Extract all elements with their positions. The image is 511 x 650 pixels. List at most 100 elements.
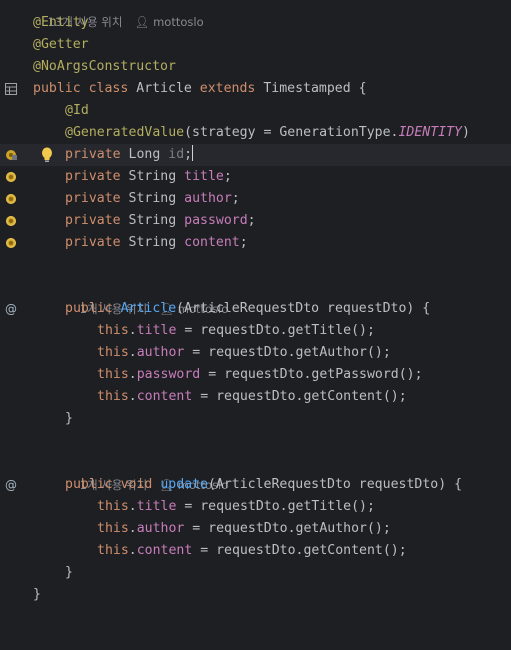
usage-hint-top[interactable]: 13개 사용 위치 👤︎ mottoslo: [33, 0, 204, 29]
code-line[interactable]: this.content = requestDto.getContent();: [0, 386, 511, 408]
code-line[interactable]: private String title;: [0, 166, 511, 188]
field-icon[interactable]: [6, 172, 16, 182]
code-line[interactable]: @Id: [0, 100, 511, 122]
code-text: (strategy = GenerationType.: [184, 125, 399, 140]
at-icon[interactable]: @: [5, 298, 17, 320]
code-text: = requestDto.getPassword();: [200, 367, 423, 382]
usage-hint-update[interactable]: 1개 사용 위치 👤︎ mottoslo: [65, 452, 229, 492]
semicolon: ;: [231, 191, 240, 206]
code-editor[interactable]: 13개 사용 위치 👤︎ mottoslo @Entity @Getter @NoA…: [0, 0, 511, 609]
code-line[interactable]: @ public Article(ArticleRequestDto reque…: [0, 298, 511, 320]
annotation: @GeneratedValue: [65, 125, 185, 140]
code-text: = requestDto.getAuthor();: [184, 345, 391, 360]
semicolon: ;: [223, 169, 232, 184]
superclass: Timestamped {: [263, 81, 367, 96]
field-name: title: [136, 499, 177, 514]
code-line[interactable]: this.author = requestDto.getAuthor();: [0, 518, 511, 540]
dot: .: [128, 323, 137, 338]
keyword: class: [88, 81, 129, 96]
code-text: = requestDto.getTitle();: [176, 499, 375, 514]
code-line[interactable]: }: [0, 562, 511, 584]
keyword: this: [97, 345, 129, 360]
usage-hint-constructor[interactable]: 1개 사용 위치 👤︎ mottoslo: [65, 276, 229, 316]
field-name: id: [168, 147, 185, 162]
keyword: void: [120, 477, 153, 492]
field-icon[interactable]: [6, 238, 16, 248]
type-name: Long: [128, 147, 161, 162]
code-line[interactable]: @Getter: [0, 34, 511, 56]
keyword: private: [65, 213, 121, 228]
field-name: author: [184, 191, 232, 206]
type-name: String: [128, 213, 177, 228]
semicolon: ;: [184, 147, 193, 162]
keyword: extends: [199, 81, 256, 96]
code-line[interactable]: @NoArgsConstructor: [0, 56, 511, 78]
code-line-current[interactable]: private Long id;: [0, 144, 511, 166]
code-text: = requestDto.getContent();: [192, 389, 407, 404]
annotation: @Getter: [33, 37, 89, 52]
keyword: private: [65, 147, 121, 162]
keyword: public: [33, 81, 81, 96]
code-line[interactable]: }: [0, 584, 511, 606]
semicolon: ;: [247, 213, 256, 228]
field-name: title: [136, 323, 177, 338]
code-text: = requestDto.getContent();: [192, 543, 407, 558]
code-line[interactable]: public class Article extends Timestamped…: [0, 78, 511, 100]
field-name: author: [136, 345, 185, 360]
code-line[interactable]: private String password;: [0, 210, 511, 232]
keyword: this: [97, 367, 129, 382]
code-line[interactable]: this.author = requestDto.getAuthor();: [0, 342, 511, 364]
dot: .: [128, 543, 137, 558]
code-line[interactable]: this.title = requestDto.getTitle();: [0, 320, 511, 342]
method-name: Article: [120, 301, 177, 316]
annotation: @Id: [65, 103, 89, 118]
dot: .: [128, 499, 137, 514]
code-line[interactable]: }: [0, 408, 511, 430]
parameters: (ArticleRequestDto requestDto) {: [176, 301, 431, 316]
code-line[interactable]: private String author;: [0, 188, 511, 210]
text-caret: [192, 145, 194, 161]
code-line[interactable]: private String content;: [0, 232, 511, 254]
dot: .: [128, 389, 137, 404]
code-line[interactable]: @Entity: [0, 12, 511, 34]
code-line[interactable]: this.password = requestDto.getPassword()…: [0, 364, 511, 386]
class-name: Article: [136, 81, 192, 96]
close-brace: }: [65, 411, 73, 426]
field-name: content: [136, 543, 193, 558]
method-name: update: [160, 477, 208, 492]
close-brace: }: [65, 565, 73, 580]
table-icon[interactable]: [5, 83, 17, 95]
field-name: content: [184, 235, 240, 250]
field-name: password: [136, 367, 201, 382]
enum-constant: IDENTITY: [398, 125, 462, 140]
type-name: String: [128, 235, 177, 250]
close-brace: }: [33, 587, 41, 602]
field-name: title: [184, 169, 224, 184]
code-text: = requestDto.getTitle();: [176, 323, 375, 338]
field-name: password: [184, 213, 248, 228]
keyword: this: [97, 543, 129, 558]
keyword: public: [65, 477, 113, 492]
field-icon[interactable]: [6, 194, 16, 204]
at-icon[interactable]: @: [5, 474, 17, 496]
parameters: (ArticleRequestDto requestDto) {: [207, 477, 463, 492]
keyword: this: [97, 323, 129, 338]
code-line[interactable]: @ public void update(ArticleRequestDto r…: [0, 474, 511, 496]
lightbulb-icon[interactable]: [41, 147, 53, 163]
keyword: private: [65, 191, 121, 206]
field-name: author: [136, 521, 185, 536]
field-icon[interactable]: [6, 216, 16, 226]
code-line[interactable]: this.title = requestDto.getTitle();: [0, 496, 511, 518]
keyword: private: [65, 235, 121, 250]
keyword: private: [65, 169, 121, 184]
code-line[interactable]: this.content = requestDto.getContent();: [0, 540, 511, 562]
code-line[interactable]: @GeneratedValue(strategy = GenerationTyp…: [0, 122, 511, 144]
type-name: String: [128, 191, 177, 206]
code-text: = requestDto.getAuthor();: [184, 521, 391, 536]
keyword: this: [97, 389, 129, 404]
keyword: public: [65, 301, 113, 316]
dot: .: [128, 345, 137, 360]
annotation: @Entity: [33, 15, 89, 30]
type-name: String: [128, 169, 177, 184]
field-icon[interactable]: [5, 149, 17, 161]
